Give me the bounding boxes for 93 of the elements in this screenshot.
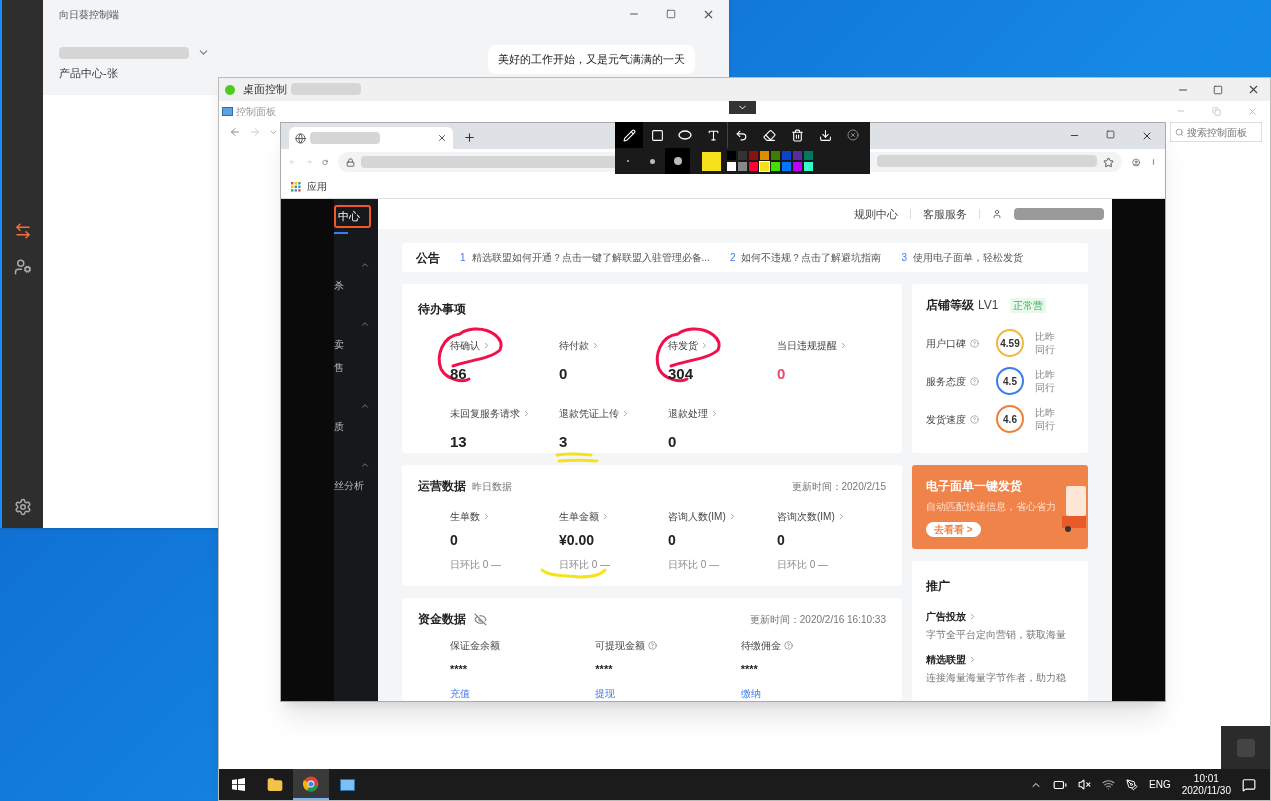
section-title: 推广 <box>926 579 950 593</box>
metric-link[interactable]: 生单金额 <box>559 509 610 524</box>
level-text: LV1 <box>978 297 999 314</box>
nav-item[interactable]: 售 <box>334 359 378 375</box>
score-value: 4.5 <box>1003 374 1017 389</box>
metric-label: 发货速度 <box>926 412 966 427</box>
nav-item[interactable]: 丝分析 <box>334 477 378 493</box>
promotion-link[interactable]: 广告投放 <box>926 609 1074 624</box>
announcement-link[interactable]: 2 如何不违规？点击了解避坑指南 <box>729 250 882 265</box>
todo-count: 0 <box>559 364 568 384</box>
announcement-number: 1 <box>460 251 466 265</box>
section-title: 公告 <box>416 249 440 267</box>
promotion-link[interactable]: 精选联盟 <box>926 652 1074 667</box>
metric-link[interactable]: 咨询人数(IM) <box>668 509 737 524</box>
fund-label: 可提现金额 <box>595 639 646 653</box>
compare-text: 同行 <box>1035 419 1055 432</box>
metric-value: 0 <box>450 531 458 550</box>
window-title: 向日葵控制端 <box>59 7 119 22</box>
todo-count: 304 <box>668 364 694 384</box>
todo-link[interactable]: 待发货 <box>668 338 709 353</box>
fund-action-link[interactable]: 提现 <box>595 685 741 701</box>
metric-label: 用户口碑 <box>926 336 966 351</box>
compare-text: 同行 <box>1035 343 1055 356</box>
nav-item[interactable]: 卖 <box>334 336 378 352</box>
header-link[interactable]: 客服服务 <box>923 205 967 223</box>
metric-value: 0 <box>668 531 676 550</box>
promotion-desc: 字节全平台定向营销，获取海量 <box>926 628 1067 642</box>
fund-action-link[interactable]: 缴纳 <box>740 685 886 701</box>
score-value: 4.6 <box>1003 412 1017 427</box>
todo-link[interactable]: 退款凭证上传 <box>559 405 630 421</box>
metric-value: ¥0.00 <box>559 531 595 550</box>
fund-value: **** <box>450 662 469 677</box>
metric-compare: 日环比 0 — <box>777 558 829 572</box>
fund-value: **** <box>595 662 614 677</box>
todo-count: 3 <box>559 431 568 452</box>
section-title: 待办事项 <box>418 302 466 316</box>
fund-label: 保证金余额 <box>450 639 500 653</box>
metric-compare: 日环比 0 — <box>668 558 720 572</box>
todo-link[interactable]: 当日违规提醒 <box>777 338 848 353</box>
nav-item[interactable]: 质 <box>334 418 378 434</box>
score-value: 4.59 <box>1000 336 1020 351</box>
todo-count: 86 <box>450 364 467 384</box>
nav-item[interactable]: 中心 <box>334 205 371 228</box>
announcement-link[interactable]: 1 精选联盟如何开通？点击一键了解联盟入驻管理必备... <box>460 250 710 265</box>
todo-link[interactable]: 待确认 <box>450 338 491 353</box>
language-indicator[interactable]: ENG <box>1149 777 1171 792</box>
todo-count: 13 <box>450 431 467 452</box>
section-title: 资金数据 <box>418 611 466 628</box>
metric-label: 服务态度 <box>926 374 966 389</box>
metric-compare: 日环比 0 — <box>559 558 611 572</box>
banner-subtitle: 自动匹配快递信息，省心省力 <box>926 500 1056 514</box>
metric-compare: 日环比 0 — <box>450 558 502 572</box>
todo-count: 0 <box>777 364 786 384</box>
clock[interactable]: 10:01 2020/11/30 <box>1181 772 1231 797</box>
announcement-text: 如何不违规？点击了解避坑指南 <box>741 251 882 265</box>
header-link[interactable]: 规则中心 <box>854 205 898 223</box>
todo-count: 0 <box>668 431 677 452</box>
search-placeholder: 搜索控制面板 <box>1187 125 1247 140</box>
compare-text: 比昨 <box>1035 406 1055 419</box>
section-title: 店铺等级 <box>926 297 974 314</box>
time-text: 10:01 <box>1193 772 1219 785</box>
section-title: 运营数据 <box>418 478 466 495</box>
announcement-link[interactable]: 3 使用电子面单，轻松发货 <box>901 250 1024 265</box>
nav-item[interactable]: 杀 <box>334 277 378 293</box>
compare-text: 同行 <box>1035 381 1055 394</box>
update-time: 更新时间：2020/2/15 <box>791 479 886 494</box>
banner-title: 电子面单一键发货 <box>926 478 1023 495</box>
announcement-number: 3 <box>901 251 908 265</box>
fund-value: **** <box>740 662 759 677</box>
announcement-number: 2 <box>729 251 736 265</box>
date-text: 2020/11/30 <box>1181 784 1231 797</box>
status-badge: 正常营 <box>1010 297 1047 313</box>
section-subtitle: 昨日数据 <box>472 479 512 494</box>
greeting-bubble: 美好的工作开始，又是元气满满的一天 <box>488 45 695 74</box>
announcement-text: 使用电子面单，轻松发货 <box>913 251 1024 265</box>
promotion-desc: 连接海量海量字节作者，助力稳 <box>926 671 1067 685</box>
todo-link[interactable]: 待付款 <box>559 338 600 353</box>
todo-link[interactable]: 未回复服务请求 <box>450 405 531 421</box>
search-field[interactable]: 搜索控制面板 <box>1170 122 1262 142</box>
compare-text: 比昨 <box>1035 368 1055 381</box>
account-label: 产品中心-张 <box>59 66 119 81</box>
window-title: 控制面板 <box>236 104 276 119</box>
metric-link[interactable]: 咨询次数(IM) <box>777 509 846 524</box>
announcement-text: 精选联盟如何开通？点击一键了解联盟入驻管理必备... <box>471 251 710 265</box>
metric-link[interactable]: 生单数 <box>450 509 491 524</box>
compare-text: 比昨 <box>1035 330 1055 343</box>
fund-action-link[interactable]: 充值 <box>450 685 596 701</box>
fund-label: 待缴佣金 <box>740 639 781 653</box>
update-time: 更新时间：2020/2/16 16:10:33 <box>749 612 886 627</box>
metric-value: 0 <box>777 531 785 550</box>
bookmark[interactable]: 应用 <box>291 179 327 194</box>
window-title: 桌面控制 <box>243 82 287 98</box>
todo-link[interactable]: 退款处理 <box>668 405 719 421</box>
